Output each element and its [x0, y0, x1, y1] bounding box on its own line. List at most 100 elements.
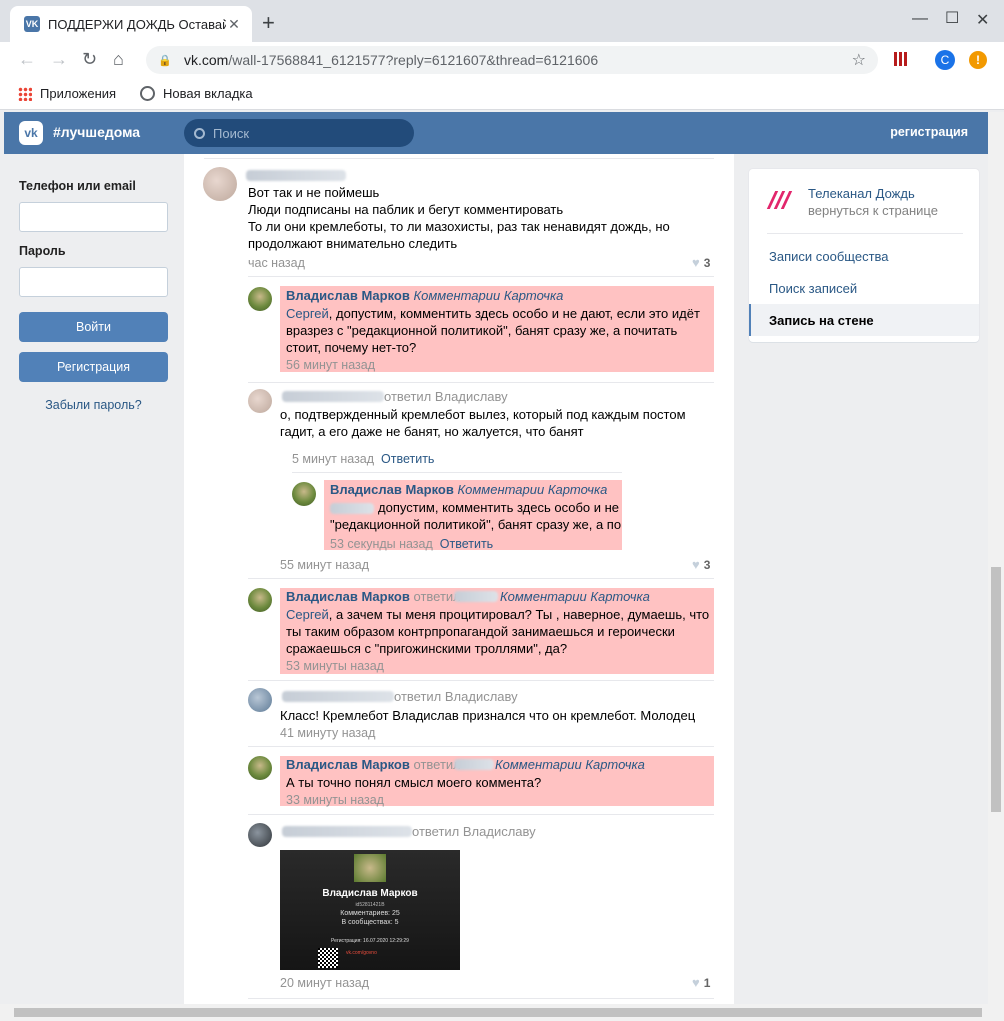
author-badge[interactable]: Комментарии Карточка: [500, 589, 650, 604]
bookmark-star-icon[interactable]: ☆: [852, 50, 866, 70]
author-name[interactable]: Владислав Марков: [330, 482, 454, 497]
heart-icon: ♥: [692, 255, 700, 270]
nav-community-posts[interactable]: Записи сообщества: [749, 240, 979, 272]
comment-text-line: А ты точно понял смысл моего коммента?: [286, 775, 542, 790]
avatar[interactable]: [248, 756, 272, 780]
mention-link[interactable]: Сергей: [286, 306, 329, 321]
avatar[interactable]: [248, 389, 272, 413]
avatar[interactable]: [248, 588, 272, 612]
browser-tab[interactable]: VK ПОДДЕРЖИ ДОЖДЬ Оставайтесь ✕: [10, 6, 252, 42]
avatar[interactable]: [248, 688, 272, 712]
mention-hidden: [330, 503, 374, 514]
back-to-page-link[interactable]: вернуться к странице: [808, 203, 938, 218]
comment-header: Владислав Марков ответил: [286, 757, 461, 772]
avatar[interactable]: [292, 482, 316, 506]
minimize-icon[interactable]: —: [912, 10, 928, 28]
dozhd-logo-icon[interactable]: [766, 189, 793, 211]
vk-icon: VK: [24, 16, 40, 32]
login-button[interactable]: Войти: [19, 312, 168, 342]
extension-icon[interactable]: [894, 52, 908, 66]
profile-avatar[interactable]: C: [935, 50, 955, 70]
login-panel: Телефон или email Пароль Войти Регистрац…: [4, 154, 183, 1004]
timestamp[interactable]: 55 минут назад: [280, 558, 369, 572]
vk-hashtag-title[interactable]: #лучшедома: [53, 124, 140, 140]
author-name-hidden: [282, 826, 412, 837]
divider: [292, 472, 622, 473]
avatar[interactable]: [248, 823, 272, 847]
post-text-line: продолжают внимательно следить: [248, 236, 458, 251]
comment-text-line: "редакционной политикой", банят сразу же…: [330, 517, 622, 532]
new-tab-button[interactable]: +: [262, 12, 275, 34]
timestamp[interactable]: 33 минуты назад: [286, 793, 384, 807]
like-button[interactable]: ♥ 1: [692, 975, 710, 990]
nav-wall-post[interactable]: Запись на стене: [749, 304, 979, 336]
home-icon[interactable]: ⌂: [113, 50, 124, 68]
comment-header: Владислав Марков Комментарии Карточка: [286, 288, 563, 303]
author-badge[interactable]: Комментарии Карточка: [495, 757, 645, 772]
forward-icon[interactable]: →: [50, 50, 68, 68]
avatar[interactable]: [248, 287, 272, 311]
like-button[interactable]: ♥ 3: [692, 557, 710, 572]
timestamp[interactable]: час назад: [248, 256, 305, 270]
timestamp[interactable]: 53 секунды назад: [330, 537, 433, 551]
scroll-thumb[interactable]: [991, 567, 1001, 812]
scroll-thumb[interactable]: [14, 1008, 982, 1017]
timestamp[interactable]: 5 минут назад: [292, 452, 374, 466]
author-badge-line: Комментарии Карточка: [500, 589, 650, 604]
url-text[interactable]: vk.com/wall-17568841_6121577?reply=61216…: [184, 52, 852, 68]
lock-icon: 🔒: [158, 54, 172, 67]
forgot-password-link[interactable]: Забыли пароль?: [19, 398, 168, 412]
vk-logo-icon[interactable]: vk: [19, 121, 43, 145]
tab-strip: VK ПОДДЕРЖИ ДОЖДЬ Оставайтесь ✕ + — ☐ ✕: [0, 0, 1004, 42]
register-button[interactable]: Регистрация: [19, 352, 168, 382]
vertical-scrollbar[interactable]: [988, 112, 1004, 1004]
author-badge[interactable]: Комментарии Карточка: [458, 482, 608, 497]
timestamp[interactable]: 56 минут назад: [286, 358, 375, 372]
divider: [248, 998, 714, 999]
bookmark-apps[interactable]: Приложения: [18, 86, 116, 101]
author-name[interactable]: Владислав Марков: [286, 757, 410, 772]
close-window-icon[interactable]: ✕: [976, 10, 989, 30]
author-badge[interactable]: Комментарии Карточка: [414, 288, 564, 303]
author-name[interactable]: Владислав Марков: [286, 589, 410, 604]
reply-link[interactable]: Ответить: [381, 452, 434, 466]
heart-icon: ♥: [692, 557, 700, 572]
comment-text-line: стоит, почему нет-то?: [286, 340, 417, 355]
comment-text-line: Сергей, а зачем ты меня процитировал? Ты…: [286, 607, 709, 622]
close-tab-icon[interactable]: ✕: [226, 16, 242, 33]
timestamp[interactable]: 53 минуты назад: [286, 659, 384, 673]
reply-link[interactable]: Ответить: [440, 537, 493, 551]
attached-image-card[interactable]: Владислав Марков id52811421В Комментарие…: [280, 850, 460, 970]
author-name[interactable]: Владислав Марков: [286, 288, 410, 303]
reply-to-label: ответил Владиславу: [394, 689, 518, 704]
back-icon[interactable]: ←: [18, 50, 36, 68]
author-name-hidden: [246, 170, 346, 181]
nav-search-posts[interactable]: Поиск записей: [749, 272, 979, 304]
avatar[interactable]: [203, 167, 237, 201]
maximize-icon[interactable]: ☐: [945, 8, 959, 28]
register-link[interactable]: регистрация: [890, 125, 968, 139]
search-input[interactable]: [213, 125, 393, 141]
url-path: /wall-17568841_6121577?reply=6121607&thr…: [228, 52, 599, 68]
phone-input[interactable]: [19, 202, 168, 232]
timestamp[interactable]: 20 минут назад: [280, 976, 369, 990]
like-button[interactable]: ♥ 3: [692, 255, 710, 270]
mention-link[interactable]: Сергей: [286, 607, 329, 622]
divider: [248, 382, 714, 383]
timestamp[interactable]: 41 минуту назад: [280, 726, 375, 740]
warning-icon[interactable]: !: [969, 51, 987, 69]
bookmark-new-tab[interactable]: Новая вкладка: [140, 86, 253, 101]
qr-code-icon: [318, 948, 338, 968]
comment-header: Владислав Марков ответил: [286, 589, 461, 604]
address-bar[interactable]: 🔒 vk.com/wall-17568841_6121577?reply=612…: [146, 46, 878, 74]
horizontal-scrollbar[interactable]: [0, 1004, 1004, 1021]
post-text-line: Вот так и не поймешь: [248, 185, 380, 200]
comments-feed: Вот так и не поймешь Люди подписаны на п…: [184, 154, 734, 1004]
vk-search[interactable]: [184, 119, 414, 147]
password-input[interactable]: [19, 267, 168, 297]
reload-icon[interactable]: ↻: [82, 50, 97, 68]
comment-text-line: гадит, а его даже не банят, но жалуется,…: [280, 424, 584, 439]
post-text-line: То ли они кремлеботы, то ли мазохисты, р…: [248, 219, 670, 234]
channel-name-link[interactable]: Телеканал Дождь: [808, 186, 915, 201]
comment-header: Владислав Марков Комментарии Карточка: [330, 482, 607, 497]
